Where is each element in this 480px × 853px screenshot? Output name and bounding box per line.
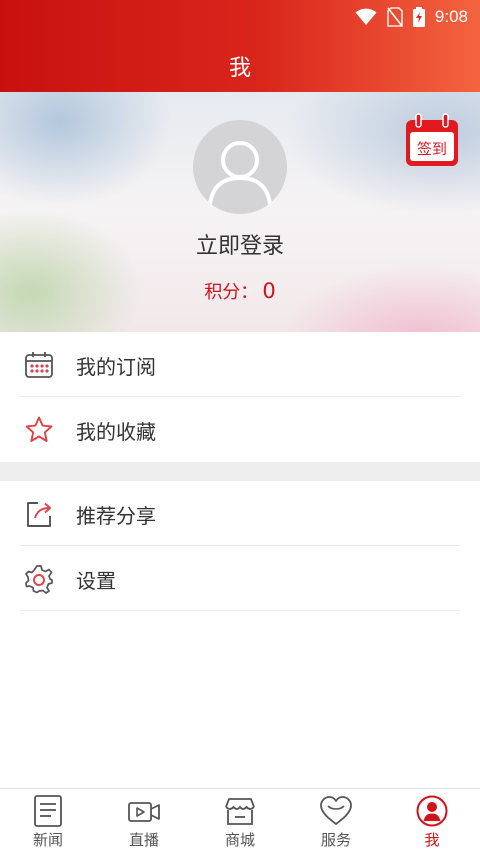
section-gap [0,462,480,481]
checkin-button[interactable]: 签到 [404,112,460,168]
star-icon [25,416,53,442]
user-placeholder-icon [208,141,272,205]
menu-item-settings[interactable]: 设置 [0,546,480,611]
bottom-tab-bar: 新闻 直播 商城 服务 我 [0,788,480,853]
tab-live[interactable]: 直播 [96,789,192,853]
divider [20,610,460,611]
menu-item-subscriptions[interactable]: 我的订阅 [0,332,480,397]
menu-item-share[interactable]: 推荐分享 [0,481,480,546]
menu-group-2: 推荐分享 设置 [0,481,480,611]
status-time: 9:08 [434,7,468,26]
gear-icon [25,565,53,594]
status-bar: 9:08 [355,6,468,28]
tab-services[interactable]: 服务 [288,789,384,853]
heart-icon [320,796,352,825]
profile-banner: 立即登录 积分： 0 签到 [0,92,480,332]
app-header: 9:08 我 [0,0,480,92]
share-icon [27,502,51,527]
points-display: 积分： 0 [0,278,480,304]
login-link[interactable]: 立即登录 [0,228,480,260]
calendar-icon [25,352,53,378]
wifi-icon [355,8,377,25]
tab-store[interactable]: 商城 [192,789,288,853]
points-label: 积分： [204,282,259,303]
checkin-label: 签到 [417,140,447,158]
profile-icon [416,795,448,827]
store-icon [225,798,255,825]
avatar[interactable] [193,120,287,214]
checkin-calendar-icon: 签到 [406,113,458,166]
tab-label: 我 [424,831,440,849]
menu-item-label: 推荐分享 [76,504,156,528]
tab-news[interactable]: 新闻 [0,789,96,853]
news-icon [34,795,62,827]
live-icon [128,802,160,822]
page-title: 我 [228,56,251,81]
menu-group-1: 我的订阅 我的收藏 [0,332,480,462]
no-sim-icon [387,7,403,27]
tab-label: 服务 [320,831,351,849]
menu-item-label: 设置 [76,569,116,593]
tab-label: 商城 [224,831,255,849]
points-value: 0 [262,279,276,303]
tab-label: 直播 [128,831,159,849]
tab-me[interactable]: 我 [384,789,480,853]
menu-item-favorites[interactable]: 我的收藏 [0,397,480,462]
menu-item-label: 我的订阅 [76,355,156,379]
menu-item-label: 我的收藏 [76,420,156,444]
tab-label: 新闻 [32,831,63,849]
battery-charging-icon [412,7,425,27]
